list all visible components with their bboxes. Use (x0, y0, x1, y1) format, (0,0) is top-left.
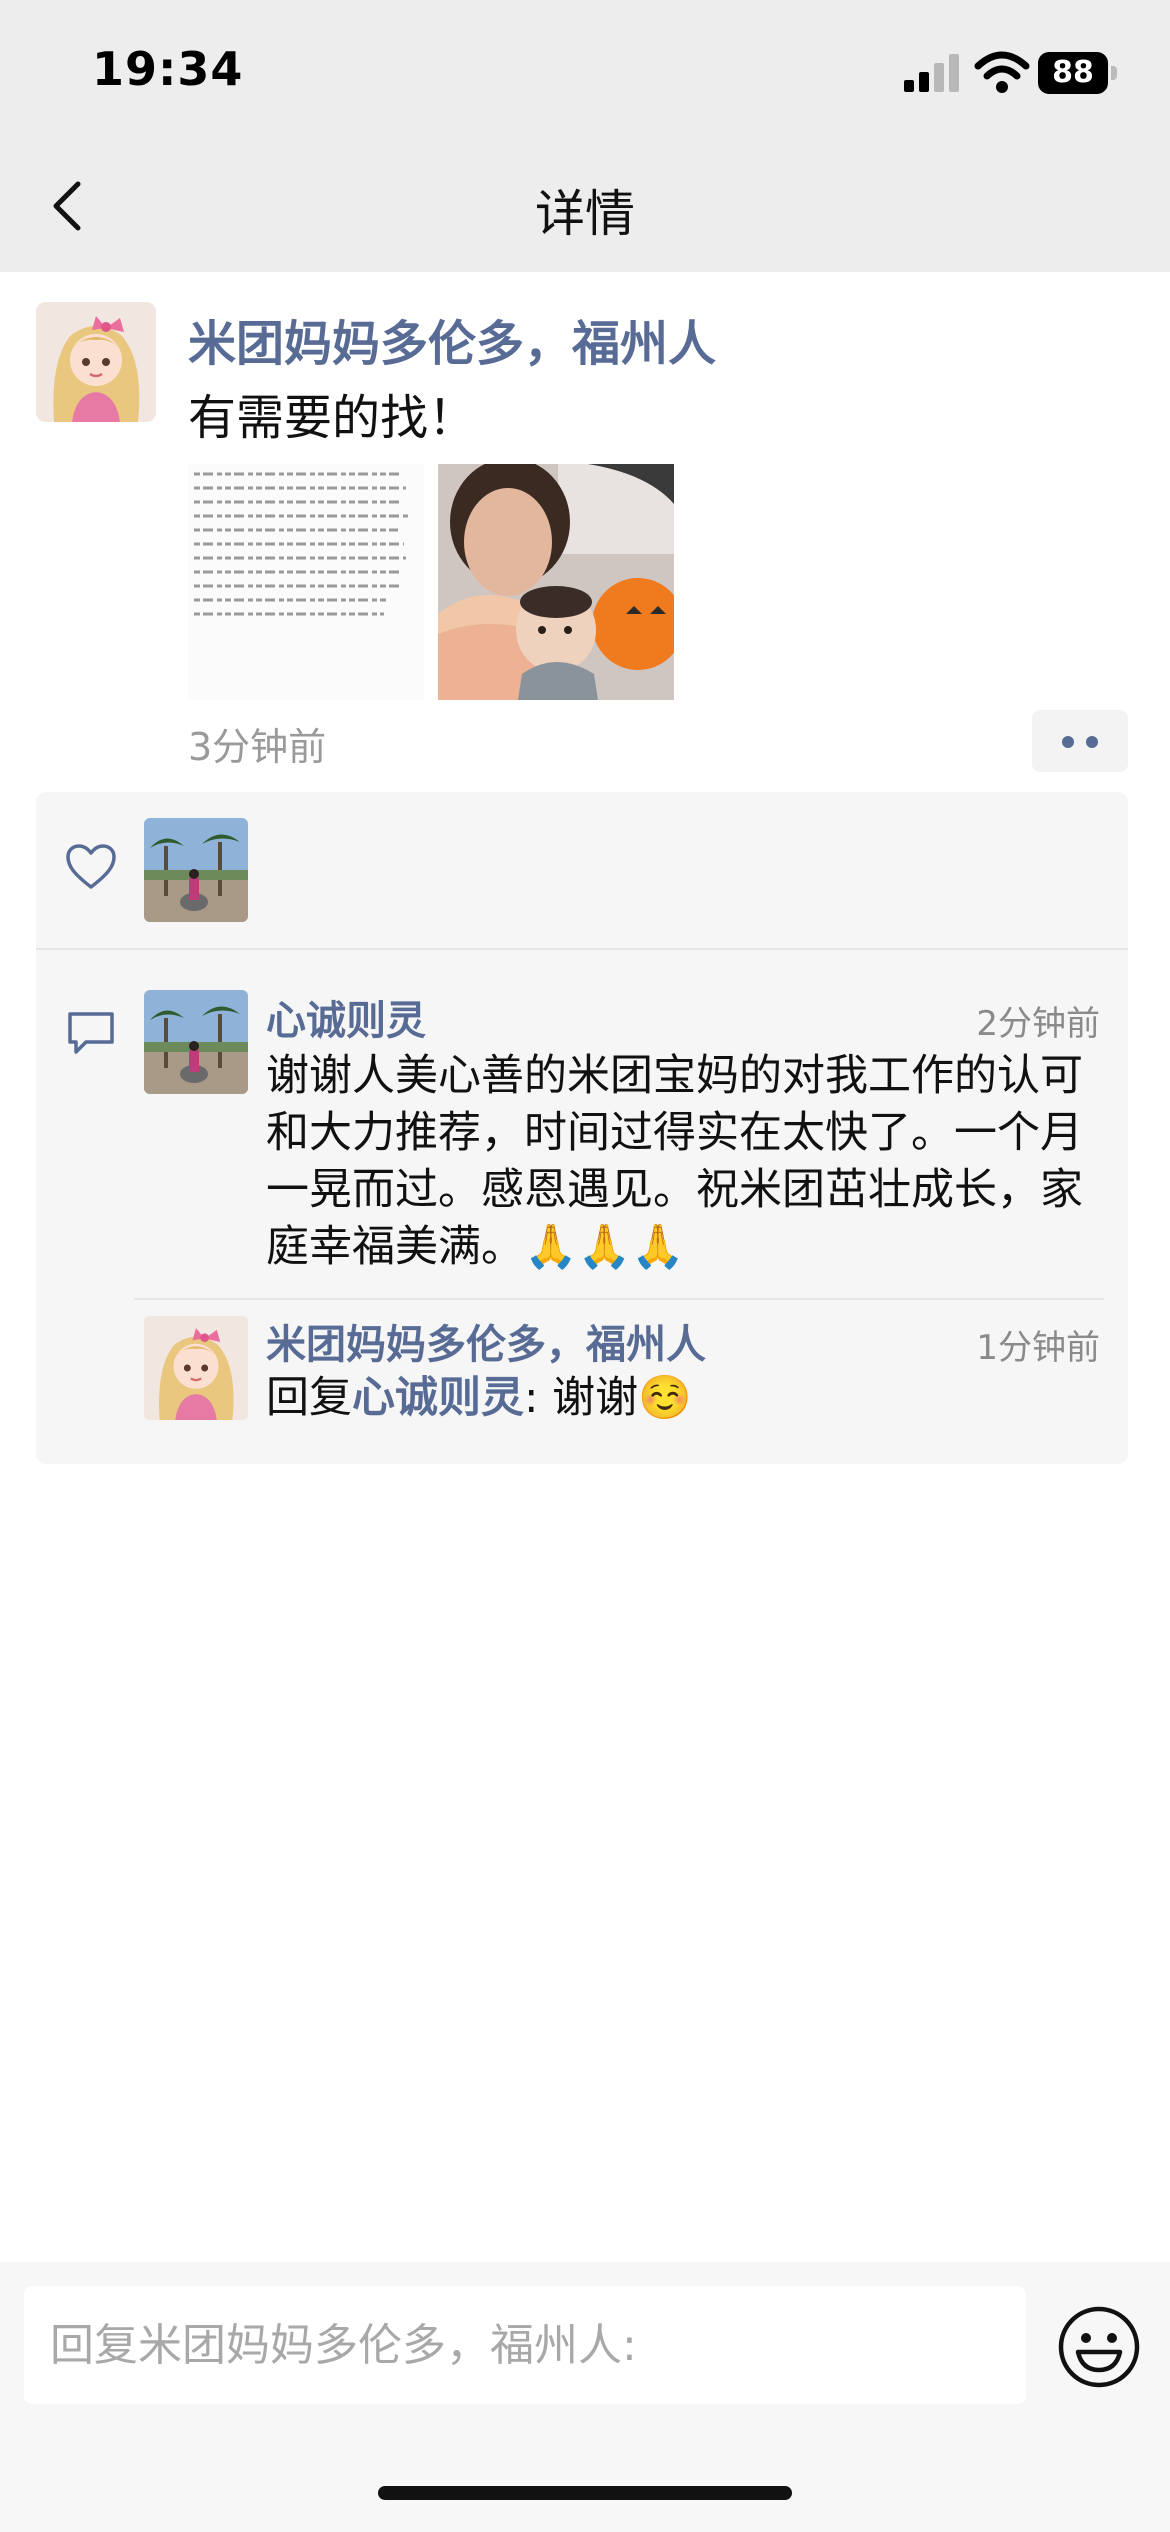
reply-author-avatar[interactable] (144, 1316, 248, 1420)
post-photo-document[interactable] (188, 464, 424, 700)
emoji-icon[interactable] (1056, 2304, 1142, 2390)
more-icon[interactable] (1032, 710, 1128, 772)
comment-divider (134, 1298, 1104, 1300)
battery-level: 88 (1038, 52, 1108, 94)
comment-text: 谢谢人美心善的米团宝妈的对我工作的认可和大力推荐，时间过得实在太快了。一个月一晃… (266, 1051, 1083, 1272)
reply-bar (0, 2262, 1170, 2532)
post-text: 有需要的找！ (188, 390, 477, 446)
author-avatar[interactable] (36, 302, 156, 422)
wifi-icon (974, 51, 1030, 93)
comment-icon (68, 1012, 114, 1054)
battery-icon: 88 (1038, 52, 1118, 94)
reply-input[interactable] (24, 2286, 1026, 2404)
reply-text: 回复心诚则灵: 谢谢☺️ (266, 1370, 1106, 1427)
reply-author-name[interactable]: 米团妈妈多伦多，福州人 (266, 1312, 706, 1370)
liker-avatar[interactable] (144, 818, 248, 922)
interactions-panel: 心诚则灵 2分钟前 谢谢人美心善的米团宝妈的对我工作的认可和大力推荐，时间过得实… (36, 792, 1128, 1464)
nav-bar: 详情 (0, 140, 1170, 272)
heart-icon (66, 844, 116, 889)
page-title: 详情 (535, 185, 635, 243)
reply-target-name[interactable]: 心诚则灵 (352, 1373, 524, 1423)
author-name[interactable]: 米团妈妈多伦多，福州人 (188, 304, 716, 374)
signal-icon (904, 54, 959, 92)
comment-time: 2分钟前 (976, 1004, 1100, 1044)
status-bar: 19:34 88 (0, 0, 1170, 140)
home-indicator (378, 2486, 792, 2500)
reply-body: 谢谢☺️ (552, 1373, 692, 1423)
reply-time: 1分钟前 (976, 1328, 1100, 1368)
commenter-avatar[interactable] (144, 990, 248, 1094)
commenter-name[interactable]: 心诚则灵 (266, 988, 426, 1046)
post-time: 3分钟前 (188, 725, 327, 769)
post-photo-people[interactable] (438, 464, 674, 700)
status-time: 19:34 (92, 42, 244, 96)
reply-prefix: 回复 (266, 1373, 352, 1423)
likes-divider (36, 948, 1128, 950)
reply-separator: : (524, 1373, 553, 1423)
